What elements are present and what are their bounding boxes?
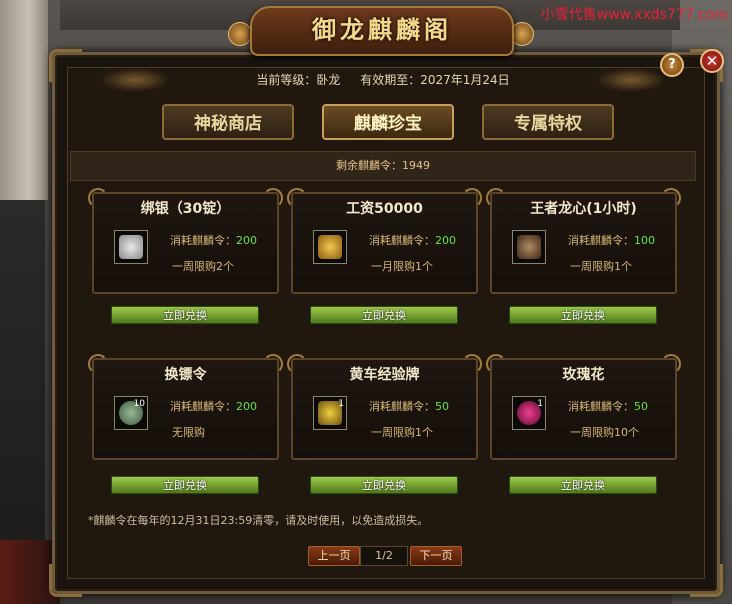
remaining-tokens: 剩余麒麟令：1949 — [70, 151, 696, 181]
item-cost: 消耗麒麟令：200 — [170, 232, 257, 248]
item-card: 换镖令 10 消耗麒麟令：200 无限购 — [88, 354, 283, 460]
item-cost: 消耗麒麟令：50 — [568, 398, 648, 414]
money-chest-icon[interactable] — [313, 230, 347, 264]
item-card: 工资50000 消耗麒麟令：200 一月限购1个 — [287, 188, 482, 294]
close-button[interactable]: ✕ — [700, 49, 724, 73]
item-quantity: 1 — [338, 399, 344, 409]
cost-value: 100 — [634, 234, 655, 247]
item-limit: 一周限购2个 — [172, 260, 234, 273]
expire-date: 有效期至：2027年1月24日 — [360, 73, 510, 87]
background-pillar — [0, 0, 48, 200]
item-name: 换镖令 — [164, 367, 207, 383]
silver-ingot-icon[interactable] — [114, 230, 148, 264]
cost-label: 消耗麒麟令： — [170, 234, 236, 247]
next-page-button[interactable]: 下一页 — [410, 546, 462, 566]
cost-label: 消耗麒麟令： — [369, 234, 435, 247]
item-cost: 消耗麒麟令：200 — [369, 232, 456, 248]
item-name: 黄车经验牌 — [349, 367, 420, 383]
page-indicator: 1/2 — [360, 546, 408, 566]
exchange-button[interactable]: 立即兑换 — [111, 476, 259, 494]
exchange-button[interactable]: 立即兑换 — [509, 306, 657, 324]
item-card: 绑银（30锭） 消耗麒麟令：200 一周限购2个 — [88, 188, 283, 294]
tab-mystery-shop[interactable]: 神秘商店 — [162, 104, 294, 140]
watermark-text: 小雪代售www.xxds777.com — [540, 7, 728, 23]
item-quantity: 10 — [133, 399, 145, 409]
cost-label: 消耗麒麟令： — [369, 400, 435, 413]
tab-qilin-treasure[interactable]: 麒麟珍宝 — [322, 104, 454, 140]
item-card: 王者龙心(1小时) 消耗麒麟令：100 一周限购1个 — [486, 188, 681, 294]
item-card: 玫瑰花 1 消耗麒麟令：50 一周限购10个 — [486, 354, 681, 460]
cost-label: 消耗麒麟令： — [170, 400, 236, 413]
cost-value: 50 — [435, 400, 449, 413]
tab-exclusive-privilege[interactable]: 专属特权 — [482, 104, 614, 140]
dragon-head-glyph — [517, 235, 541, 259]
item-limit: 一周限购1个 — [570, 260, 632, 273]
item-limit: 一周限购10个 — [570, 426, 639, 439]
cost-label: 消耗麒麟令： — [568, 234, 634, 247]
exchange-button[interactable]: 立即兑换 — [509, 476, 657, 494]
item-cost: 消耗麒麟令：50 — [369, 398, 449, 414]
item-quantity: 1 — [537, 399, 543, 409]
money-chest-glyph — [318, 235, 342, 259]
cost-value: 200 — [236, 400, 257, 413]
item-cost: 消耗麒麟令：100 — [568, 232, 655, 248]
title-plaque: 御龙麒麟阁 — [250, 6, 514, 56]
jade-token-icon[interactable]: 10 — [114, 396, 148, 430]
page-title: 御龙麒麟阁 — [312, 15, 452, 44]
exchange-button[interactable]: 立即兑换 — [111, 306, 259, 324]
current-level: 当前等级：卧龙 — [256, 73, 341, 87]
item-card: 黄车经验牌 1 消耗麒麟令：50 一周限购1个 — [287, 354, 482, 460]
prev-page-button[interactable]: 上一页 — [308, 546, 360, 566]
info-bar: 当前等级：卧龙 有效期至：2027年1月24日 — [70, 68, 696, 92]
item-name: 绑银（30锭） — [140, 201, 231, 217]
item-limit: 一月限购1个 — [371, 260, 433, 273]
item-limit: 一周限购1个 — [371, 426, 433, 439]
gold-cart-icon[interactable]: 1 — [313, 396, 347, 430]
exchange-button[interactable]: 立即兑换 — [310, 476, 458, 494]
item-name: 工资50000 — [346, 201, 423, 217]
exchange-button[interactable]: 立即兑换 — [310, 306, 458, 324]
tab-bar: 神秘商店 麒麟珍宝 专属特权 — [150, 104, 620, 144]
cost-label: 消耗麒麟令： — [568, 400, 634, 413]
silver-ingot-glyph — [119, 235, 143, 259]
item-cost: 消耗麒麟令：200 — [170, 398, 257, 414]
title-ornament-icon — [228, 22, 252, 46]
rose-icon[interactable]: 1 — [512, 396, 546, 430]
dragon-head-icon[interactable] — [512, 230, 546, 264]
reset-note: *麒麟令在每年的12月31日23:59清零，请及时使用，以免造成损失。 — [88, 514, 429, 527]
cost-value: 50 — [634, 400, 648, 413]
item-name: 玫瑰花 — [562, 367, 605, 383]
item-limit: 无限购 — [172, 426, 205, 439]
cost-value: 200 — [435, 234, 456, 247]
item-name: 王者龙心(1小时) — [530, 201, 637, 217]
cost-value: 200 — [236, 234, 257, 247]
